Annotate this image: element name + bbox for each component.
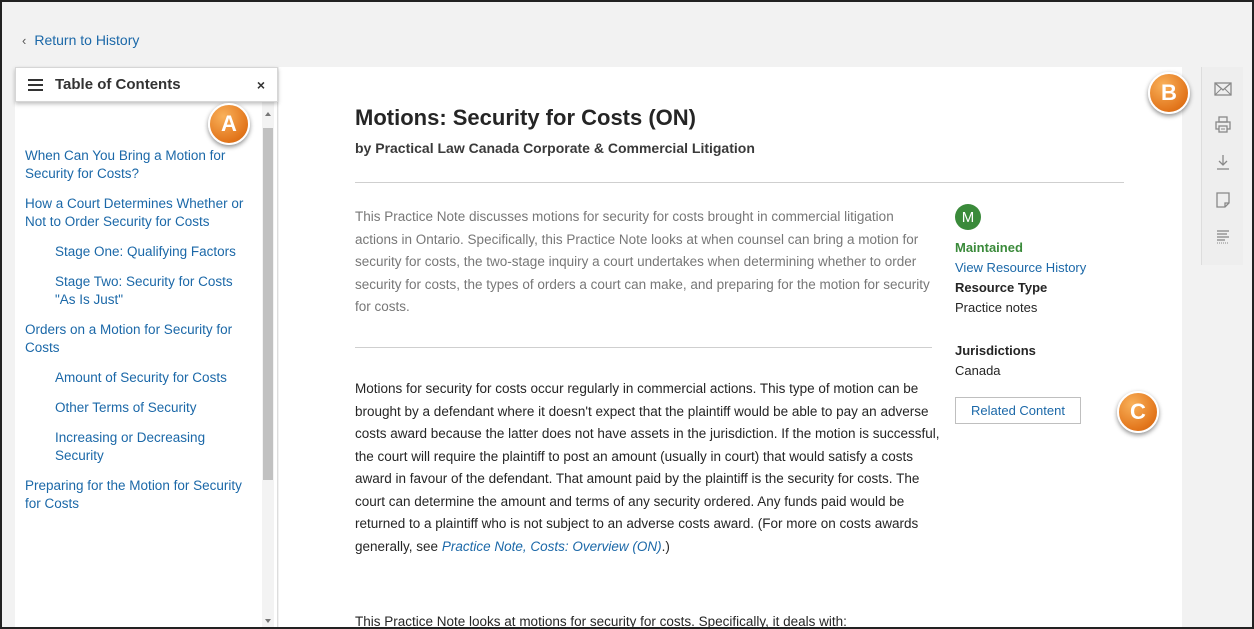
toc-subitem[interactable]: Stage Two: Security for Costs "As Is Jus… <box>15 273 261 309</box>
hamburger-menu-icon[interactable] <box>28 78 43 91</box>
scroll-up-icon[interactable] <box>265 112 271 116</box>
body-paragraph: This Practice Note looks at motions for … <box>355 614 847 629</box>
scrollbar-thumb[interactable] <box>263 128 273 480</box>
toc-subitem[interactable]: Amount of Security for Costs <box>15 369 261 387</box>
callout-badge-a: A <box>208 103 250 145</box>
callout-badge-b: B <box>1148 72 1190 114</box>
divider <box>355 347 932 348</box>
email-icon[interactable] <box>1213 79 1233 99</box>
return-to-history-link[interactable]: Return to History <box>34 32 139 48</box>
toc-subitem[interactable]: Increasing or Decreasing Security <box>15 429 261 465</box>
toc-item[interactable]: Orders on a Motion for Security for Cost… <box>15 321 261 357</box>
document-byline: by Practical Law Canada Corporate & Comm… <box>355 140 755 156</box>
toc-subitem[interactable]: Other Terms of Security <box>15 399 261 417</box>
print-icon[interactable] <box>1213 115 1233 135</box>
body-paragraph: Motions for security for costs occur reg… <box>355 378 940 558</box>
toc-title: Table of Contents <box>55 76 181 93</box>
toc-header: Table of Contents × <box>15 67 278 102</box>
related-content-button[interactable]: Related Content <box>955 397 1081 424</box>
body-text: Motions for security for costs occur reg… <box>355 381 940 554</box>
document-summary: This Practice Note discusses motions for… <box>355 209 930 314</box>
jurisdictions-label: Jurisdictions <box>955 343 1036 358</box>
document-panel: Motions: Security for Costs (ON) by Prac… <box>279 67 1182 629</box>
close-icon[interactable]: × <box>257 77 265 93</box>
scroll-down-icon[interactable] <box>265 619 271 623</box>
app-frame: ‹ Return to History Table of Contents × … <box>0 0 1254 629</box>
toc-list: When Can You Bring a Motion for Security… <box>15 102 261 627</box>
return-to-history[interactable]: ‹ Return to History <box>22 30 139 50</box>
annotate-icon[interactable] <box>1213 190 1233 210</box>
practice-note-link[interactable]: Practice Note, Costs: Overview (ON) <box>442 539 662 554</box>
callout-badge-c: C <box>1117 391 1159 433</box>
resource-type-value: Practice notes <box>955 300 1038 315</box>
divider <box>355 182 1124 183</box>
resource-type-label: Resource Type <box>955 280 1048 295</box>
maintained-status-icon: M <box>955 204 981 230</box>
toc-panel: Table of Contents × When Can You Bring a… <box>15 67 278 627</box>
maintained-status: Maintained <box>955 240 1023 255</box>
body-text-end: .) <box>661 538 670 554</box>
toc-item[interactable]: When Can You Bring a Motion for Security… <box>15 147 261 183</box>
download-icon[interactable] <box>1213 153 1233 173</box>
jurisdictions-value: Canada <box>955 363 1001 378</box>
tool-rail <box>1201 67 1243 265</box>
view-resource-history-link[interactable]: View Resource History <box>955 258 1165 278</box>
toc-item[interactable]: Preparing for the Motion for Security fo… <box>15 477 261 513</box>
document-outline-icon[interactable] <box>1213 227 1233 247</box>
document-title: Motions: Security for Costs (ON) <box>355 105 697 130</box>
toc-subitem[interactable]: Stage One: Qualifying Factors <box>15 243 261 261</box>
toc-item[interactable]: How a Court Determines Whether or Not to… <box>15 195 261 231</box>
toc-scrollbar[interactable] <box>262 102 274 627</box>
chevron-left-icon: ‹ <box>22 32 27 48</box>
